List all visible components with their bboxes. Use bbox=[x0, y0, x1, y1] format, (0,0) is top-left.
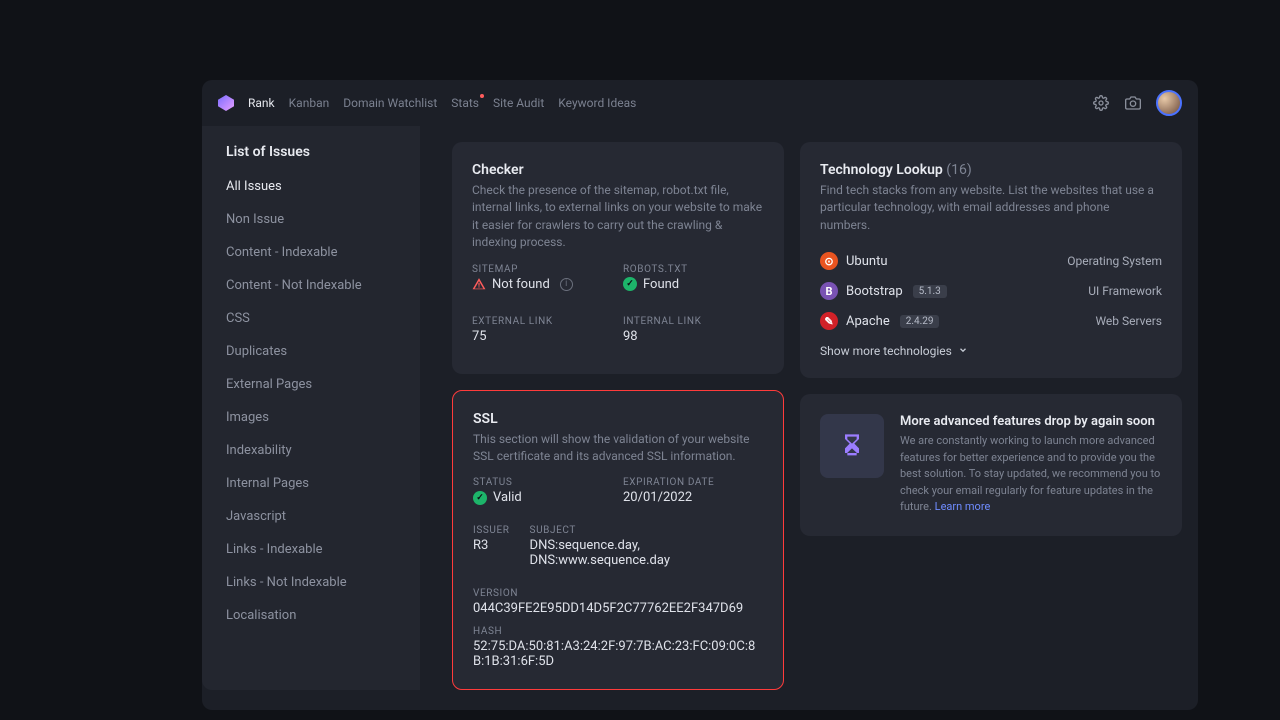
ssl-issuer-label: ISSUER bbox=[473, 525, 510, 536]
settings-icon[interactable] bbox=[1092, 94, 1110, 112]
sidebar-item-links-not-indexable[interactable]: Links - Not Indexable bbox=[202, 566, 420, 599]
checker-card: Checker Check the presence of the sitema… bbox=[452, 142, 784, 374]
ssl-version-value: 044C39FE2E95DD14D5F2C77762EE2F347D69 bbox=[473, 601, 763, 616]
tech-count: (16) bbox=[946, 162, 971, 178]
sidebar-item-internal-pages[interactable]: Internal Pages bbox=[202, 467, 420, 500]
ssl-card: SSL This section will show the validatio… bbox=[452, 390, 784, 691]
user-avatar[interactable] bbox=[1156, 90, 1182, 116]
sidebar-item-localisation[interactable]: Localisation bbox=[202, 599, 420, 632]
logo-icon bbox=[218, 95, 234, 111]
sidebar-item-duplicates[interactable]: Duplicates bbox=[202, 335, 420, 368]
sidebar-title: List of Issues bbox=[202, 144, 420, 170]
camera-icon[interactable] bbox=[1124, 94, 1142, 112]
show-more-technologies[interactable]: Show more technologies bbox=[820, 344, 1162, 358]
tech-name: Ubuntu bbox=[846, 254, 888, 269]
promo-body: We are constantly working to launch more… bbox=[900, 433, 1162, 516]
sidebar-item-external-pages[interactable]: External Pages bbox=[202, 368, 420, 401]
sidebar-item-css[interactable]: CSS bbox=[202, 302, 420, 335]
ssl-status-label: STATUS bbox=[473, 477, 613, 488]
tech-row-ubuntu[interactable]: ⊙ Ubuntu Operating System bbox=[820, 246, 1162, 276]
internal-link-label: INTERNAL LINK bbox=[623, 316, 764, 327]
topbar: Rank Kanban Domain Watchlist Stats Site Audi… bbox=[202, 80, 1198, 126]
sidebar: List of Issues All IssuesNon IssueConten… bbox=[202, 126, 420, 690]
promo-card: More advanced features drop by again soo… bbox=[800, 394, 1182, 536]
tech-icon: ✎ bbox=[820, 312, 838, 330]
sitemap-label: SITEMAP bbox=[472, 264, 613, 275]
checker-title: Checker bbox=[472, 162, 764, 178]
info-icon[interactable]: i bbox=[560, 278, 573, 291]
sidebar-item-content-not-indexable[interactable]: Content - Not Indexable bbox=[202, 269, 420, 302]
nav-kanban[interactable]: Kanban bbox=[289, 96, 330, 110]
sidebar-item-non-issue[interactable]: Non Issue bbox=[202, 203, 420, 236]
sidebar-item-content-indexable[interactable]: Content - Indexable bbox=[202, 236, 420, 269]
ssl-issuer-value: R3 bbox=[473, 538, 510, 553]
tech-icon: ⊙ bbox=[820, 252, 838, 270]
ssl-subject-value: DNS:sequence.day, DNS:www.sequence.day bbox=[530, 538, 763, 568]
warning-icon bbox=[472, 277, 486, 291]
tech-name: Bootstrap bbox=[846, 284, 903, 299]
sidebar-item-indexability[interactable]: Indexability bbox=[202, 434, 420, 467]
tech-icon: B bbox=[820, 282, 838, 300]
sidebar-item-javascript[interactable]: Javascript bbox=[202, 500, 420, 533]
ssl-subject-label: SUBJECT bbox=[530, 525, 763, 536]
check-icon bbox=[473, 491, 487, 505]
ssl-desc: This section will show the validation of… bbox=[473, 431, 763, 466]
ssl-title: SSL bbox=[473, 411, 763, 427]
sitemap-value: Not found bbox=[492, 277, 550, 292]
chevron-down-icon bbox=[958, 344, 968, 358]
nav-stats[interactable]: Stats bbox=[451, 96, 479, 110]
ssl-hash-value: 52:75:DA:50:81:A3:24:2F:97:7B:AC:23:FC:0… bbox=[473, 639, 763, 669]
main-nav: Rank Kanban Domain Watchlist Stats Site Audi… bbox=[248, 96, 636, 110]
tech-category: Operating System bbox=[1067, 254, 1162, 268]
sidebar-item-images[interactable]: Images bbox=[202, 401, 420, 434]
internal-link-value: 98 bbox=[623, 329, 764, 344]
ssl-expiry-value: 20/01/2022 bbox=[623, 490, 763, 505]
sidebar-item-all-issues[interactable]: All Issues bbox=[202, 170, 420, 203]
ssl-status-value: Valid bbox=[493, 490, 522, 505]
nav-keyword-ideas[interactable]: Keyword Ideas bbox=[558, 96, 636, 110]
nav-domain-watchlist[interactable]: Domain Watchlist bbox=[343, 96, 437, 110]
tech-version-badge: 5.1.3 bbox=[913, 285, 947, 298]
tech-row-apache[interactable]: ✎ Apache 2.4.29 Web Servers bbox=[820, 306, 1162, 336]
nav-rank[interactable]: Rank bbox=[248, 96, 275, 110]
hourglass-icon bbox=[820, 414, 884, 478]
tech-name: Apache bbox=[846, 314, 890, 329]
promo-title: More advanced features drop by again soo… bbox=[900, 414, 1162, 429]
robots-value: Found bbox=[643, 277, 679, 292]
tech-title: Technology Lookup (16) bbox=[820, 162, 1162, 178]
tech-category: Web Servers bbox=[1095, 314, 1162, 328]
external-link-value: 75 bbox=[472, 329, 613, 344]
external-link-label: EXTERNAL LINK bbox=[472, 316, 613, 327]
robots-label: ROBOTS.TXT bbox=[623, 264, 764, 275]
tech-version-badge: 2.4.29 bbox=[900, 315, 940, 328]
tech-category: UI Framework bbox=[1088, 284, 1162, 298]
check-icon bbox=[623, 277, 637, 291]
ssl-expiry-label: EXPIRATION DATE bbox=[623, 477, 763, 488]
app-window: Rank Kanban Domain Watchlist Stats Site Audi… bbox=[202, 80, 1198, 710]
ssl-hash-label: HASH bbox=[473, 626, 763, 637]
tech-row-bootstrap[interactable]: B Bootstrap 5.1.3 UI Framework bbox=[820, 276, 1162, 306]
learn-more-link[interactable]: Learn more bbox=[935, 500, 991, 513]
sidebar-item-links-indexable[interactable]: Links - Indexable bbox=[202, 533, 420, 566]
tech-desc: Find tech stacks from any website. List … bbox=[820, 182, 1162, 234]
nav-site-audit[interactable]: Site Audit bbox=[493, 96, 544, 110]
ssl-version-label: VERSION bbox=[473, 588, 763, 599]
checker-desc: Check the presence of the sitemap, robot… bbox=[472, 182, 764, 252]
technology-lookup-card: Technology Lookup (16) Find tech stacks … bbox=[800, 142, 1182, 378]
